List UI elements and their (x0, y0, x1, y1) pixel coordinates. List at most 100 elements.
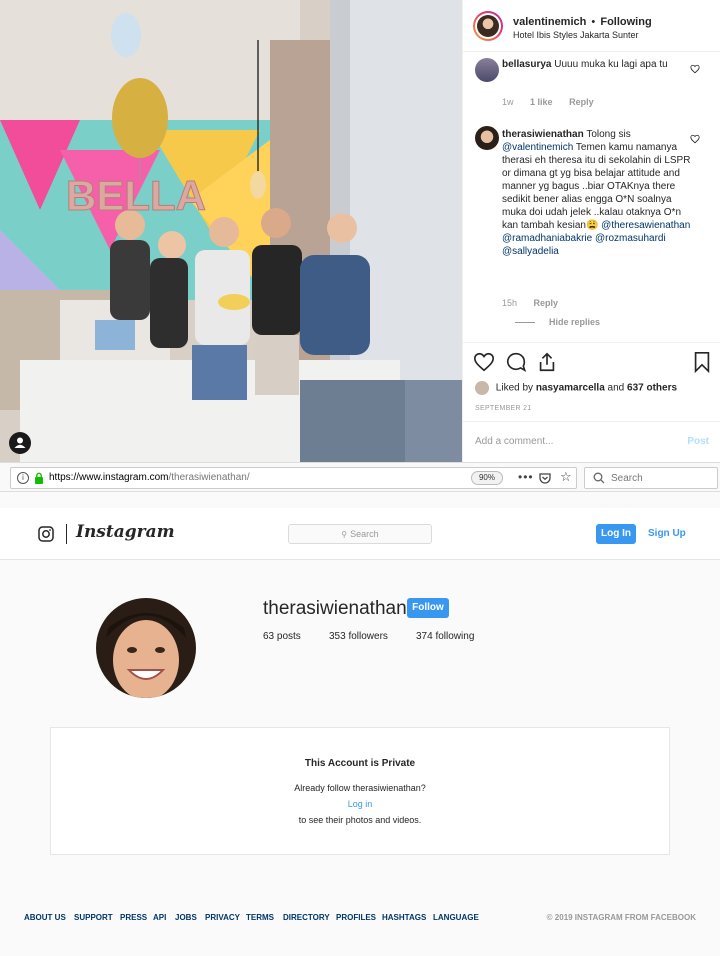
liker-avatar (475, 381, 489, 395)
like-comment-heart-icon[interactable] (690, 134, 700, 144)
post-header: valentinemich • Following Hotel Ibis Sty… (463, 0, 720, 52)
address-bar[interactable]: i https://www.instagram.com/therasiwiena… (10, 467, 577, 489)
following-count[interactable]: 374 following (416, 631, 474, 642)
footer-link-language[interactable]: LANGUAGE (433, 913, 479, 922)
liked-by-and: and (607, 382, 625, 394)
tagged-users-icon[interactable] (9, 432, 31, 454)
divider-line (515, 322, 535, 324)
url-path: /therasiwienathan/ (168, 472, 250, 483)
comment-username[interactable]: therasiwienathan (502, 129, 584, 140)
follow-button[interactable]: Follow (407, 598, 449, 618)
mention-link[interactable]: @sallyadelia (502, 246, 559, 257)
search-icon: ⚲ (341, 530, 348, 539)
search-placeholder: Search (350, 529, 379, 539)
post-location[interactable]: Hotel Ibis Styles Jakarta Sunter (513, 30, 639, 40)
search-icon (593, 472, 605, 484)
author-username[interactable]: valentinemich (513, 16, 586, 28)
bookmark-star-icon[interactable]: ☆ (560, 470, 572, 485)
instagram-logo[interactable]: Instagram (76, 522, 175, 542)
see-photos-text: to see their photos and videos. (298, 815, 422, 825)
post-photo[interactable]: BELLA (0, 0, 462, 462)
login-link[interactable]: Log in (51, 799, 669, 809)
liked-by-others[interactable]: 637 others (627, 383, 677, 394)
reply-button[interactable]: Reply (534, 298, 559, 308)
author-line: valentinemich • Following (513, 16, 652, 28)
mention-link[interactable]: @ramadhaniabakrie (502, 233, 592, 244)
footer-link-terms[interactable]: TERMS (246, 913, 274, 922)
comment-text-segment: Uuuu muka ku lagi apa tu (554, 59, 668, 70)
add-comment-input[interactable]: Add a comment... (475, 436, 553, 447)
post-date: SEPTEMBER 21 (475, 405, 532, 412)
browser-toolbar: i https://www.instagram.com/therasiwiena… (0, 462, 720, 492)
svg-text:BELLA: BELLA (66, 172, 206, 219)
post-sidebar: valentinemich • Following Hotel Ibis Sty… (462, 0, 720, 462)
comment-meta: 15h Reply (502, 298, 572, 308)
footer-link-api[interactable]: API (153, 913, 166, 922)
instagram-search-input[interactable]: ⚲ Search (288, 524, 432, 544)
lock-icon[interactable] (34, 472, 44, 484)
comment-text-segment: Tolong sis (586, 129, 631, 140)
like-heart-icon[interactable] (473, 351, 495, 373)
commenter-avatar[interactable] (475, 126, 499, 150)
mention-link[interactable]: @rozmasuhardi (595, 233, 666, 244)
info-icon[interactable]: i (17, 472, 29, 484)
hide-replies-button[interactable]: Hide replies (515, 317, 600, 327)
instagram-camera-icon[interactable] (38, 526, 54, 542)
comment-username[interactable]: bellasurya (502, 59, 551, 70)
separator-dot: • (591, 16, 596, 28)
instagram-navbar: Instagram ⚲ Search Log In Sign Up (0, 508, 720, 560)
copyright: © 2019 INSTAGRAM FROM FACEBOOK (546, 913, 696, 922)
comment-text: bellasurya Uuuu muka ku lagi apa tu (502, 58, 692, 71)
footer-link-press[interactable]: PRESS (120, 913, 147, 922)
comment-body: Uuuu muka ku lagi apa tu (554, 59, 667, 70)
comment-bubble-icon[interactable] (505, 351, 527, 373)
comment-time: 1w (502, 97, 514, 107)
pocket-icon[interactable] (539, 472, 551, 484)
mention-link[interactable]: @valentinemich (502, 142, 573, 153)
liked-by-prefix: Liked by (495, 382, 534, 394)
comment-text: therasiwienathan Tolong sis @valentinemi… (502, 128, 692, 258)
zoom-level[interactable]: 90% (471, 471, 503, 485)
instagram-post: BELLA valentinemich • Following Hotel Ib… (0, 0, 720, 462)
profile-avatar (96, 598, 196, 698)
add-comment-bar: Add a comment... Post (463, 421, 720, 463)
browser-search-box[interactable]: Search (584, 467, 718, 489)
footer-link-jobs[interactable]: JOBS (175, 913, 197, 922)
footer-link-support[interactable]: SUPPORT (74, 913, 113, 922)
post-comment-button[interactable]: Post (687, 436, 709, 447)
comment-text-segment: Temen kamu namanya therasi eh theresa it… (502, 142, 691, 231)
author-avatar[interactable] (473, 11, 503, 41)
comment-meta: 1w 1 like Reply (502, 97, 608, 107)
bookmark-icon[interactable] (691, 351, 713, 373)
liked-by: Liked by nasyamarcella and 637 others (475, 381, 677, 395)
signup-link[interactable]: Sign Up (648, 528, 686, 539)
following-status[interactable]: Following (600, 16, 651, 28)
hide-replies-label: Hide replies (549, 317, 601, 327)
already-follow-text: Already follow therasiwienathan? (294, 783, 426, 793)
footer-link-hashtags[interactable]: HASHTAGS (382, 913, 426, 922)
login-button[interactable]: Log In (596, 524, 636, 544)
footer-link-directory[interactable]: DIRECTORY (283, 913, 330, 922)
followers-count[interactable]: 353 followers (329, 631, 388, 642)
comment-likes[interactable]: 1 like (530, 97, 553, 107)
commenter-avatar[interactable] (475, 58, 499, 82)
share-icon[interactable] (536, 351, 558, 373)
more-actions-icon[interactable]: ••• (518, 470, 534, 484)
posts-count: 63 posts (263, 631, 301, 642)
url-text[interactable]: https://www.instagram.com/therasiwienath… (49, 472, 250, 483)
liker-username[interactable]: nasyamarcella (536, 383, 605, 394)
url-domain: https://www.instagram.com (49, 472, 169, 483)
footer: ABOUT US SUPPORT PRESS API JOBS PRIVACY … (24, 913, 696, 925)
like-comment-heart-icon[interactable] (690, 64, 700, 74)
mention-link[interactable]: @theresawienathan (601, 220, 690, 231)
profile-username: therasiwienathan (263, 598, 407, 619)
footer-link-profiles[interactable]: PROFILES (336, 913, 376, 922)
balloon-letters: BELLA (66, 172, 207, 220)
comment-time: 15h (502, 298, 518, 308)
footer-link-about-us[interactable]: ABOUT US (24, 913, 66, 922)
comment-body: Tolong sis @valentinemich Temen kamu nam… (502, 129, 690, 257)
footer-link-privacy[interactable]: PRIVACY (205, 913, 240, 922)
private-account-notice: This Account is Private Already follow t… (50, 727, 670, 855)
reply-button[interactable]: Reply (569, 97, 594, 107)
private-title: This Account is Private (304, 758, 416, 769)
